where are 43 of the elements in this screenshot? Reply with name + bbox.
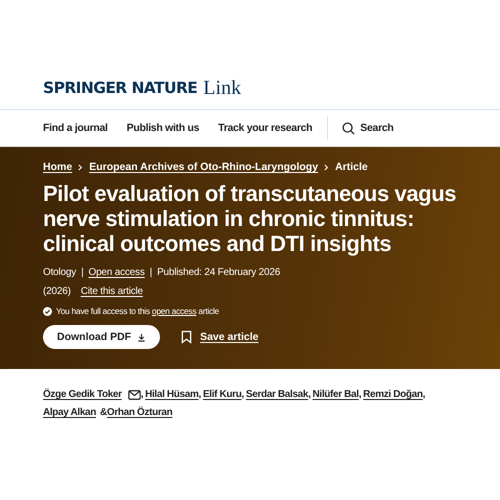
author-link[interactable]: Elif Kuru [202,386,242,404]
author-link[interactable]: Orhan Özturan [106,404,172,422]
separator-mark: , [198,388,201,402]
access-notice: You have full access to this open access article [56,306,219,316]
search-link[interactable]: Search [342,122,394,134]
mail-icon[interactable] [128,390,141,400]
author-link[interactable]: Hilal Hüsam [145,386,199,404]
checkmark-icon [43,306,52,316]
divider-mark: | [150,266,152,280]
meta-text: Published: 24 February 2026 [157,266,280,280]
save-article-link[interactable]: Save article [200,331,258,343]
separator-mark: , [308,388,311,402]
breadcrumb-current: Article [335,161,368,173]
separator-mark: , [241,388,244,402]
download-pdf-button[interactable]: Download PDF [43,325,160,349]
separator-mark: , [140,388,144,402]
logo-brand[interactable]: SPRINGER NATURE [43,79,198,97]
nav-link[interactable]: Find a journal [43,122,108,134]
divider-mark: | [81,266,84,280]
separator-mark: , [422,388,426,402]
chevron-icon [324,164,330,170]
author-link[interactable]: Alpay Alkan [43,404,96,422]
logo-product[interactable]: Link [203,79,242,97]
chevron-icon [78,164,84,170]
article-title: Pilot evaluation of transcutaneous vagus nerve stimulation in chronic tinnitus: clinical outcomes and DTI insights [43,181,458,256]
separator-mark: & [100,406,107,420]
bookmark-icon[interactable] [181,330,192,344]
meta-link[interactable]: Open access [88,263,145,282]
search-icon [342,122,356,134]
open-access-link[interactable]: open access [152,306,196,316]
author-link[interactable]: Serdar Balsak [246,386,308,404]
meta-link[interactable]: Cite this article [80,282,143,301]
nav-link[interactable]: Track your research [218,122,312,134]
author-link[interactable]: Nilüfer Bal [312,386,359,404]
meta-text: Otology [43,266,76,280]
download-icon [137,332,146,342]
nav-link[interactable]: Publish with us [126,122,200,134]
breadcrumb-link[interactable]: European Archives of Oto-Rhino-Laryngology [89,161,318,173]
meta-text: (2026) [43,285,71,299]
breadcrumb-link[interactable]: Home [43,161,72,173]
author-link[interactable]: Remzi Doğan [363,386,423,404]
separator-mark: , [358,388,362,402]
author-link[interactable]: Özge Gedik Toker [43,386,122,404]
